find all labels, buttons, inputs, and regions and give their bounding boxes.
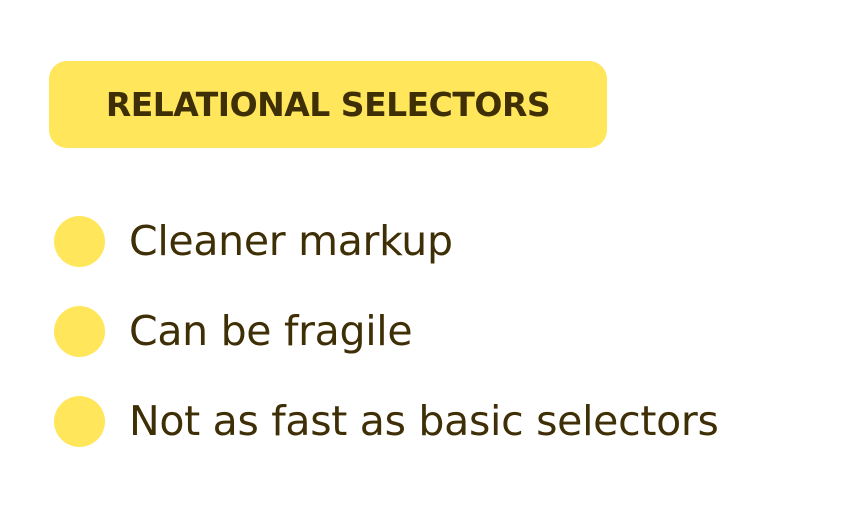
list-item: Cleaner markup bbox=[54, 215, 453, 267]
list-item: Not as fast as basic selectors bbox=[54, 395, 719, 447]
list-item-label: Can be fragile bbox=[129, 307, 413, 355]
list-item: Can be fragile bbox=[54, 305, 413, 357]
bullet-circle-icon bbox=[54, 395, 105, 447]
list-item-label: Not as fast as basic selectors bbox=[129, 397, 719, 445]
bullet-list: Cleaner markup Can be fragile Not as fas… bbox=[0, 0, 844, 516]
list-item-label: Cleaner markup bbox=[129, 217, 453, 265]
bullet-circle-icon bbox=[54, 215, 105, 267]
bullet-circle-icon bbox=[54, 305, 105, 357]
